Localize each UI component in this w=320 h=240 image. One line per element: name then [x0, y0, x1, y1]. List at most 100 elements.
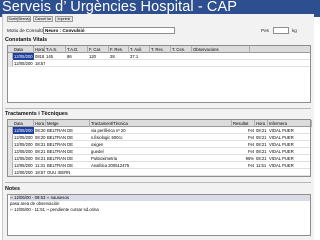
cell-date[interactable]: 12/05/200: [13, 148, 34, 155]
col-fcar[interactable]: F. Car.: [88, 46, 109, 53]
cell-time[interactable]: 11:31: [34, 162, 46, 169]
cell-treatment[interactable]: [90, 169, 232, 176]
cell-doctor[interactable]: BELTRAN DE: [46, 141, 90, 148]
cell-treatment[interactable]: guedel: [90, 148, 232, 155]
cell-treatment[interactable]: Pulsioximetria: [90, 155, 232, 162]
col-time[interactable]: Hora: [34, 46, 45, 53]
table-row[interactable]: 12/05/200 08:21 BELTRAN DE Pulsioximetria 96…: [8, 155, 310, 162]
cell-time2[interactable]: 08:21: [255, 127, 268, 134]
cell-time[interactable]: 08:21: [34, 148, 46, 155]
cell-tad[interactable]: 86: [66, 53, 88, 60]
weight-unit: kg: [292, 28, 297, 33]
cell-nurse[interactable]: VIDAL PUER: [268, 134, 312, 141]
cell-doctor[interactable]: BELTRAN DE: [46, 148, 90, 155]
cell-doctor[interactable]: BELTRAN DE: [46, 162, 90, 169]
cell-time2[interactable]: 08:21: [255, 141, 268, 148]
col-taxil[interactable]: T. Axil.: [129, 46, 150, 53]
cell-result[interactable]: Fet: [232, 141, 255, 148]
cell-date[interactable]: 12/05/200: [13, 162, 34, 169]
vitals-title: Constants Vitals: [5, 37, 48, 43]
table-row[interactable]: 12/05/200 11:31 BELTRAN DE Analítica 200512…: [8, 162, 310, 169]
cell-doctor[interactable]: BELTRAN DE: [46, 127, 90, 134]
cell-nurse[interactable]: VIDAL PUER: [268, 155, 312, 162]
cell-doctor[interactable]: BELTRAN DE: [46, 155, 90, 162]
cell-date[interactable]: 12/05/200: [13, 127, 34, 134]
cell-nurse[interactable]: VIDAL PUER: [268, 162, 312, 169]
cell-time2[interactable]: 08:21: [255, 155, 268, 162]
cell-result[interactable]: Fet: [232, 134, 255, 141]
print-button[interactable]: Imprimir: [55, 16, 73, 22]
cell-result[interactable]: 96%: [232, 155, 255, 162]
col-tad[interactable]: T.A.D.: [66, 46, 88, 53]
col-nurse[interactable]: Infermera: [268, 120, 312, 127]
table-row[interactable]: 12/05/200 08:21 BELTRAN DE oxigen Fet 08:21 VI…: [8, 141, 310, 148]
cell-date[interactable]: 12/05/200: [13, 169, 34, 176]
cell-time[interactable]: 18:57: [34, 60, 45, 67]
col-time[interactable]: Hora: [34, 120, 46, 127]
cell-result[interactable]: [232, 169, 255, 176]
col-date[interactable]: Data: [13, 46, 34, 53]
divider: [5, 182, 311, 183]
cell-time[interactable]: 08:20: [34, 134, 46, 141]
table-row[interactable]: 12/05/200 18:57 OUU ISERN: [8, 169, 310, 176]
table-row[interactable]: 12/05/200 08:20 BELTRAN DE s.fisiologic 500…: [8, 134, 310, 141]
consult-field[interactable]: Neuro : Convulsió: [43, 27, 175, 34]
col-date[interactable]: Data: [13, 120, 34, 127]
cell-nurse[interactable]: VIDAL PUER: [268, 141, 312, 148]
cell-fres[interactable]: 28: [109, 53, 129, 60]
col-tas[interactable]: T.A.S.: [45, 46, 66, 53]
notes-area[interactable]: ›› 12/05/00 - 09:53 ›› nausesos pasa are…: [7, 194, 311, 236]
window-title: Serveis d’ Urgències Hospital - CAP: [2, 0, 238, 15]
weight-field[interactable]: [273, 27, 289, 34]
treatments-title: Tractaments i Tècniques: [5, 111, 68, 117]
cell-treatment[interactable]: s.fisiologic 500cc: [90, 134, 232, 141]
cell-time2[interactable]: [255, 169, 268, 176]
cell-tas[interactable]: 145: [45, 53, 66, 60]
cell-time[interactable]: 08:21: [34, 155, 46, 162]
exit-button[interactable]: Sortir(Sirena): [7, 16, 31, 22]
cell-doctor[interactable]: BELTRAN DE: [46, 134, 90, 141]
table-row[interactable]: 12/05/200 08:20 BELTRAN DE via perifèrica n…: [8, 127, 310, 134]
cell-date[interactable]: 12/05/200: [13, 141, 34, 148]
cell-nurse[interactable]: VIDAL PUER: [268, 148, 312, 155]
col-treatment[interactable]: Tractament/Tècnica: [90, 120, 232, 127]
table-row[interactable]: 12/05/200 0818 145 86 120 28 37.1: [8, 53, 310, 60]
col-tcen[interactable]: T. Cen.: [171, 46, 192, 53]
col-time2[interactable]: Hora: [255, 120, 268, 127]
cell-time2[interactable]: 08:21: [255, 148, 268, 155]
cell-date[interactable]: 12/05/200: [13, 155, 34, 162]
cell-time2[interactable]: 11:51: [255, 162, 268, 169]
cell-time[interactable]: 08:21: [34, 141, 46, 148]
cell-nurse[interactable]: VIDAL PUER: [268, 127, 312, 134]
cell-date[interactable]: 12/05/200: [13, 134, 34, 141]
col-result[interactable]: Resultat: [232, 120, 255, 127]
cell-time2[interactable]: 08:21: [255, 134, 268, 141]
vitals-table: Data Hora T.A.S. T.A.D. F. Car. F. Res. …: [7, 45, 311, 103]
cell-doctor[interactable]: OUU ISERN: [46, 169, 90, 176]
cell-time[interactable]: 18:57: [34, 169, 46, 176]
cell-treatment[interactable]: via perifèrica nº 20: [90, 127, 232, 134]
col-fres[interactable]: F. Res.: [109, 46, 129, 53]
cell-taxil[interactable]: 37.1: [129, 53, 150, 60]
table-row[interactable]: 12/05/200 08:21 BELTRAN DE guedel Fet 08:21 VI…: [8, 148, 310, 155]
col-obs[interactable]: Observacions: [192, 46, 250, 53]
cell-time[interactable]: 08:20: [34, 127, 46, 134]
note-line: ›› 12/05/00 - 11:51 ›› pendiente cursar …: [10, 207, 99, 212]
col-doctor[interactable]: Metge: [46, 120, 90, 127]
cell-result[interactable]: Fet: [232, 127, 255, 134]
cell-treatment[interactable]: Analítica 200512475: [90, 162, 232, 169]
vitals-header: Data Hora T.A.S. T.A.D. F. Car. F. Res. …: [8, 46, 310, 53]
cell-date[interactable]: 12/05/200: [13, 53, 34, 60]
table-row[interactable]: 12/05/200 18:57: [8, 60, 310, 67]
cell-fcar[interactable]: 120: [88, 53, 109, 60]
cell-nurse[interactable]: [268, 169, 312, 176]
col-trec[interactable]: T. Rec.: [150, 46, 171, 53]
consult-label: Motiu de Consulta: [7, 28, 45, 33]
cancel-button[interactable]: Cancel·lar: [33, 16, 53, 22]
cell-treatment[interactable]: oxigen: [90, 141, 232, 148]
cell-date[interactable]: 12/05/200: [13, 60, 34, 67]
cell-result[interactable]: Fet: [232, 162, 255, 169]
cell-time[interactable]: 0818: [34, 53, 45, 60]
cell-result[interactable]: Fet: [232, 148, 255, 155]
notes-title: Notes: [5, 186, 20, 192]
